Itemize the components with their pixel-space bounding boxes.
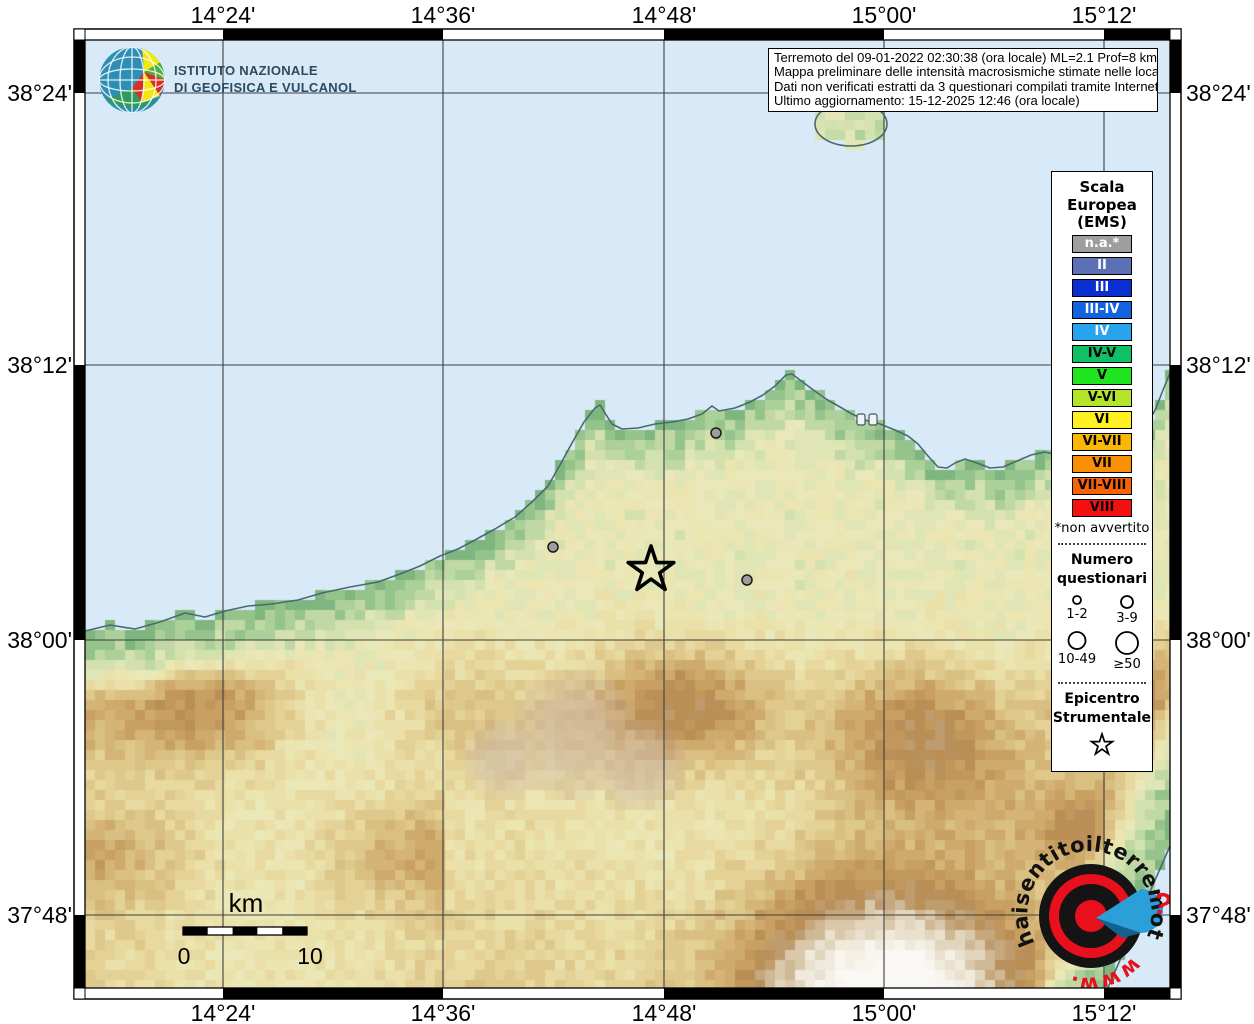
ems-scale-item: IV [1072, 323, 1132, 341]
lon-label: 14°48' [632, 1000, 697, 1024]
ems-scale-item: IV-V [1072, 345, 1132, 363]
questionnaire-circle-icon [1060, 593, 1094, 607]
ems-scale-item: VII [1072, 455, 1132, 473]
questionnaire-class-label: 10-49 [1052, 652, 1102, 667]
lon-label: 14°24' [191, 1000, 256, 1024]
ems-scale-item: VI-VII [1072, 433, 1132, 451]
ems-scale-item: V-VI [1072, 389, 1132, 407]
lat-label: 38°00' [2, 627, 72, 654]
lat-label: 38°00' [1186, 627, 1251, 654]
info-line: Mappa preliminare delle intensità macros… [774, 65, 1152, 79]
ingv-logo: ISTITUTO NAZIONALE DI GEOFISICA E VULCAN… [96, 44, 356, 116]
ems-scale-items: n.a.*IIIIIIII-IVIVIV-VVV-VIVIVI-VIIVIIVI… [1052, 235, 1152, 517]
questionnaire-class-label: 3-9 [1102, 611, 1152, 626]
ems-scale-item: VIII [1072, 499, 1132, 517]
questionnaire-circle-icon [1110, 629, 1144, 657]
legend-divider [1058, 682, 1146, 684]
legend-divider [1058, 543, 1146, 545]
ems-scale-item: III [1072, 279, 1132, 297]
info-line: Terremoto del 09-01-2022 02:30:38 (ora l… [774, 51, 1152, 65]
legend-panel: Scala Europea (EMS) n.a.*IIIIIIII-IVIVIV… [1051, 171, 1153, 772]
questionnaire-size-class: ≥50 [1102, 629, 1152, 675]
lon-label: 15°00' [852, 1000, 917, 1024]
info-line: Ultimo aggiornamento: 15-12-2025 12:46 (… [774, 94, 1152, 108]
info-line: Dati non verificati estratti da 3 questi… [774, 80, 1152, 94]
questionnaires-title: Numero questionari [1052, 551, 1152, 589]
epicenter-title: Epicentro Strumentale [1052, 690, 1152, 728]
terrain-map [85, 40, 1170, 988]
lon-label: 15°12' [1072, 1000, 1137, 1024]
lat-label: 38°24' [1186, 80, 1251, 107]
legend-scale-title: Scala Europea (EMS) [1052, 179, 1152, 232]
questionnaire-circle-icon [1110, 593, 1144, 611]
lon-label: 14°36' [411, 1000, 476, 1024]
lon-label: 15°12' [1072, 2, 1137, 29]
ems-scale-item: n.a.* [1072, 235, 1132, 253]
questionnaire-size-class: 1-2 [1052, 593, 1102, 629]
epicenter-star-icon [1087, 730, 1117, 758]
ems-scale-item: V [1072, 367, 1132, 385]
questionnaire-size-class: 10-49 [1052, 629, 1102, 675]
questionnaire-size-key: 1-23-9 10-49≥50 [1052, 593, 1152, 675]
lat-label: 38°12' [2, 352, 72, 379]
questionnaire-class-label: 1-2 [1052, 607, 1102, 622]
ems-scale-item: VI [1072, 411, 1132, 429]
questionnaire-class-label: ≥50 [1102, 657, 1152, 672]
ingv-globe-icon: ISTITUTO NAZIONALE DI GEOFISICA E VULCAN… [96, 44, 356, 116]
ingv-name-line2: DI GEOFISICA E VULCANOLOGIA [174, 80, 356, 95]
seismic-intensity-map-page: km010 haisentitoilterremoto.it www. ? [0, 0, 1254, 1024]
lat-label: 38°12' [1186, 352, 1251, 379]
lat-label: 38°24' [2, 80, 72, 107]
ingv-name-line1: ISTITUTO NAZIONALE [174, 63, 318, 78]
not-felt-note: *non avvertito [1052, 521, 1152, 536]
lat-label: 37°48' [1186, 902, 1251, 929]
lon-label: 14°24' [191, 2, 256, 29]
questionnaire-size-class: 3-9 [1102, 593, 1152, 629]
lon-label: 14°36' [411, 2, 476, 29]
lon-label: 14°48' [632, 2, 697, 29]
lon-label: 15°00' [852, 2, 917, 29]
ems-scale-item: VII-VIII [1072, 477, 1132, 495]
questionnaire-circle-icon [1060, 629, 1094, 652]
ems-scale-item: III-IV [1072, 301, 1132, 319]
earthquake-info-box: Terremoto del 09-01-2022 02:30:38 (ora l… [768, 48, 1158, 112]
ems-scale-item: II [1072, 257, 1132, 275]
lat-label: 37°48' [2, 902, 72, 929]
